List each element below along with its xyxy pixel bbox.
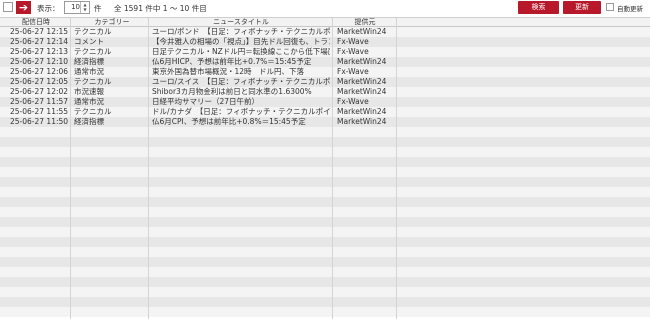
count-value: 10 — [71, 3, 80, 11]
table-row[interactable]: 25-06-27 12:06 通常市況 東京外国為替市場概況・12時 ドル円、下落 F… — [0, 67, 650, 77]
empty-row — [0, 287, 650, 297]
count-unit: 件 — [94, 4, 102, 13]
row-time: 25-06-27 12:05 — [10, 77, 69, 86]
empty-row — [0, 197, 650, 207]
empty-row — [0, 267, 650, 277]
row-title: 【今井雅人の相場の「視点」】目先ドル回復も、トラン — [152, 37, 330, 46]
row-category: コメント — [74, 37, 104, 46]
table-header: 配信日時 カテゴリー ニュースタイトル 提供元 — [0, 17, 650, 27]
right-arrow-icon[interactable]: ➔ — [16, 1, 31, 14]
empty-row — [0, 227, 650, 237]
row-title: 日足テクニカル・NZドル円＝転換線ここから低下場面も — [152, 47, 330, 56]
row-time: 25-06-27 12:14 — [10, 37, 69, 46]
row-source: MarketWin24 — [337, 77, 387, 86]
row-source: MarketWin24 — [337, 57, 387, 66]
refresh-button[interactable]: 更新 — [563, 1, 601, 14]
row-title: 日経平均サマリー（27日午前） — [152, 97, 260, 106]
empty-row — [0, 297, 650, 307]
row-category: テクニカル — [74, 47, 112, 56]
empty-row — [0, 187, 650, 197]
table-row[interactable]: 25-06-27 12:14 コメント 【今井雅人の相場の「視点」】目先ドル回復も、… — [0, 37, 650, 47]
select-all-checkbox[interactable] — [3, 2, 13, 12]
row-time: 25-06-27 11:55 — [10, 107, 69, 116]
column-divider — [332, 17, 333, 319]
row-source: MarketWin24 — [337, 27, 387, 36]
table-row[interactable]: 25-06-27 12:15 テクニカル ユーロ/ポンド 【日足：フィボナッチ・テク… — [0, 27, 650, 37]
row-time: 25-06-27 12:15 — [10, 27, 69, 36]
row-title: ユーロ/スイス 【日足：フィボナッチ・テクニカルポイ — [152, 77, 330, 86]
auto-refresh-checkbox[interactable] — [606, 3, 614, 11]
spinner-arrows-icon[interactable]: ▲ ▼ — [80, 2, 89, 13]
row-source: MarketWin24 — [337, 87, 387, 96]
result-summary: 全 1591 件中 1 ～ 10 件目 — [114, 4, 207, 13]
row-source: MarketWin24 — [337, 107, 387, 116]
table-row[interactable]: 25-06-27 12:13 テクニカル 日足テクニカル・NZドル円＝転換線ここから… — [0, 47, 650, 57]
row-category: テクニカル — [74, 77, 112, 86]
column-divider — [148, 17, 149, 319]
row-title: ドル/カナダ 【日足：フィボナッチ・テクニカルポイン — [152, 107, 330, 116]
column-header-category[interactable]: カテゴリー — [74, 18, 150, 27]
empty-row — [0, 127, 650, 137]
row-time: 25-06-27 11:50 — [10, 117, 69, 126]
auto-refresh-label: 自動更新 — [617, 5, 643, 13]
row-time: 25-06-27 12:10 — [10, 57, 69, 66]
row-title: 仏6月CPI、予想は前年比+0.8%＝15:45予定 — [152, 117, 306, 126]
search-button[interactable]: 検索 — [518, 1, 559, 14]
column-header-source[interactable]: 提供元 — [334, 18, 396, 27]
row-time: 25-06-27 11:57 — [10, 97, 69, 106]
row-category: 通常市況 — [74, 97, 104, 106]
row-time: 25-06-27 12:02 — [10, 87, 69, 96]
row-source: MarketWin24 — [337, 117, 387, 126]
table-row[interactable]: 25-06-27 12:02 市況速報 Shibor3カ月物金利は前日と同水準の1.… — [0, 87, 650, 97]
empty-row — [0, 207, 650, 217]
row-category: 市況速報 — [74, 87, 104, 96]
empty-row — [0, 157, 650, 167]
row-source: Fx-Wave — [337, 67, 369, 76]
table-row[interactable]: 25-06-27 11:50 経済指標 仏6月CPI、予想は前年比+0.8%＝15:… — [0, 117, 650, 127]
table-row[interactable]: 25-06-27 12:05 テクニカル ユーロ/スイス 【日足：フィボナッチ・テク… — [0, 77, 650, 87]
empty-row — [0, 177, 650, 187]
row-title: ユーロ/ポンド 【日足：フィボナッチ・テクニカルポイ — [152, 27, 330, 36]
row-category: 通常市況 — [74, 67, 104, 76]
column-divider — [70, 17, 71, 319]
empty-row — [0, 277, 650, 287]
column-header-title[interactable]: ニュースタイトル — [152, 18, 330, 27]
row-category: テクニカル — [74, 27, 112, 36]
row-category: 経済指標 — [74, 117, 104, 126]
table-row[interactable]: 25-06-27 11:57 通常市況 日経平均サマリー（27日午前） Fx-Wave — [0, 97, 650, 107]
empty-row — [0, 147, 650, 157]
table-row[interactable]: 25-06-27 11:55 テクニカル ドル/カナダ 【日足：フィボナッチ・テクニ… — [0, 107, 650, 117]
row-source: Fx-Wave — [337, 97, 369, 106]
empty-row — [0, 167, 650, 177]
row-category: テクニカル — [74, 107, 112, 116]
row-title: 仏6月HICP、予想は前年比+0.7%＝15:45予定 — [152, 57, 312, 66]
empty-row — [0, 307, 650, 317]
column-divider — [396, 17, 397, 319]
row-category: 経済指標 — [74, 57, 104, 66]
display-label: 表示： — [37, 4, 60, 13]
row-title: Shibor3カ月物金利は前日と同水準の1.6300% — [152, 87, 312, 96]
row-time: 25-06-27 12:13 — [10, 47, 69, 56]
column-header-time[interactable]: 配信日時 — [10, 18, 62, 27]
row-time: 25-06-27 12:06 — [10, 67, 69, 76]
empty-row — [0, 257, 650, 267]
row-title: 東京外国為替市場概況・12時 ドル円、下落 — [152, 67, 305, 76]
toolbar: ➔ 表示： 10 ▲ ▼ 件 全 1591 件中 1 ～ 10 件目 検索 更新 … — [0, 0, 650, 16]
count-stepper[interactable]: 10 ▲ ▼ — [64, 1, 90, 14]
empty-row — [0, 247, 650, 257]
row-source: Fx-Wave — [337, 47, 369, 56]
news-table: 配信日時 カテゴリー ニュースタイトル 提供元 25-06-27 12:15 テク… — [0, 17, 650, 319]
empty-row — [0, 137, 650, 147]
empty-row — [0, 237, 650, 247]
empty-row — [0, 217, 650, 227]
row-source: Fx-Wave — [337, 37, 369, 46]
table-row[interactable]: 25-06-27 12:10 経済指標 仏6月HICP、予想は前年比+0.7%＝15… — [0, 57, 650, 67]
